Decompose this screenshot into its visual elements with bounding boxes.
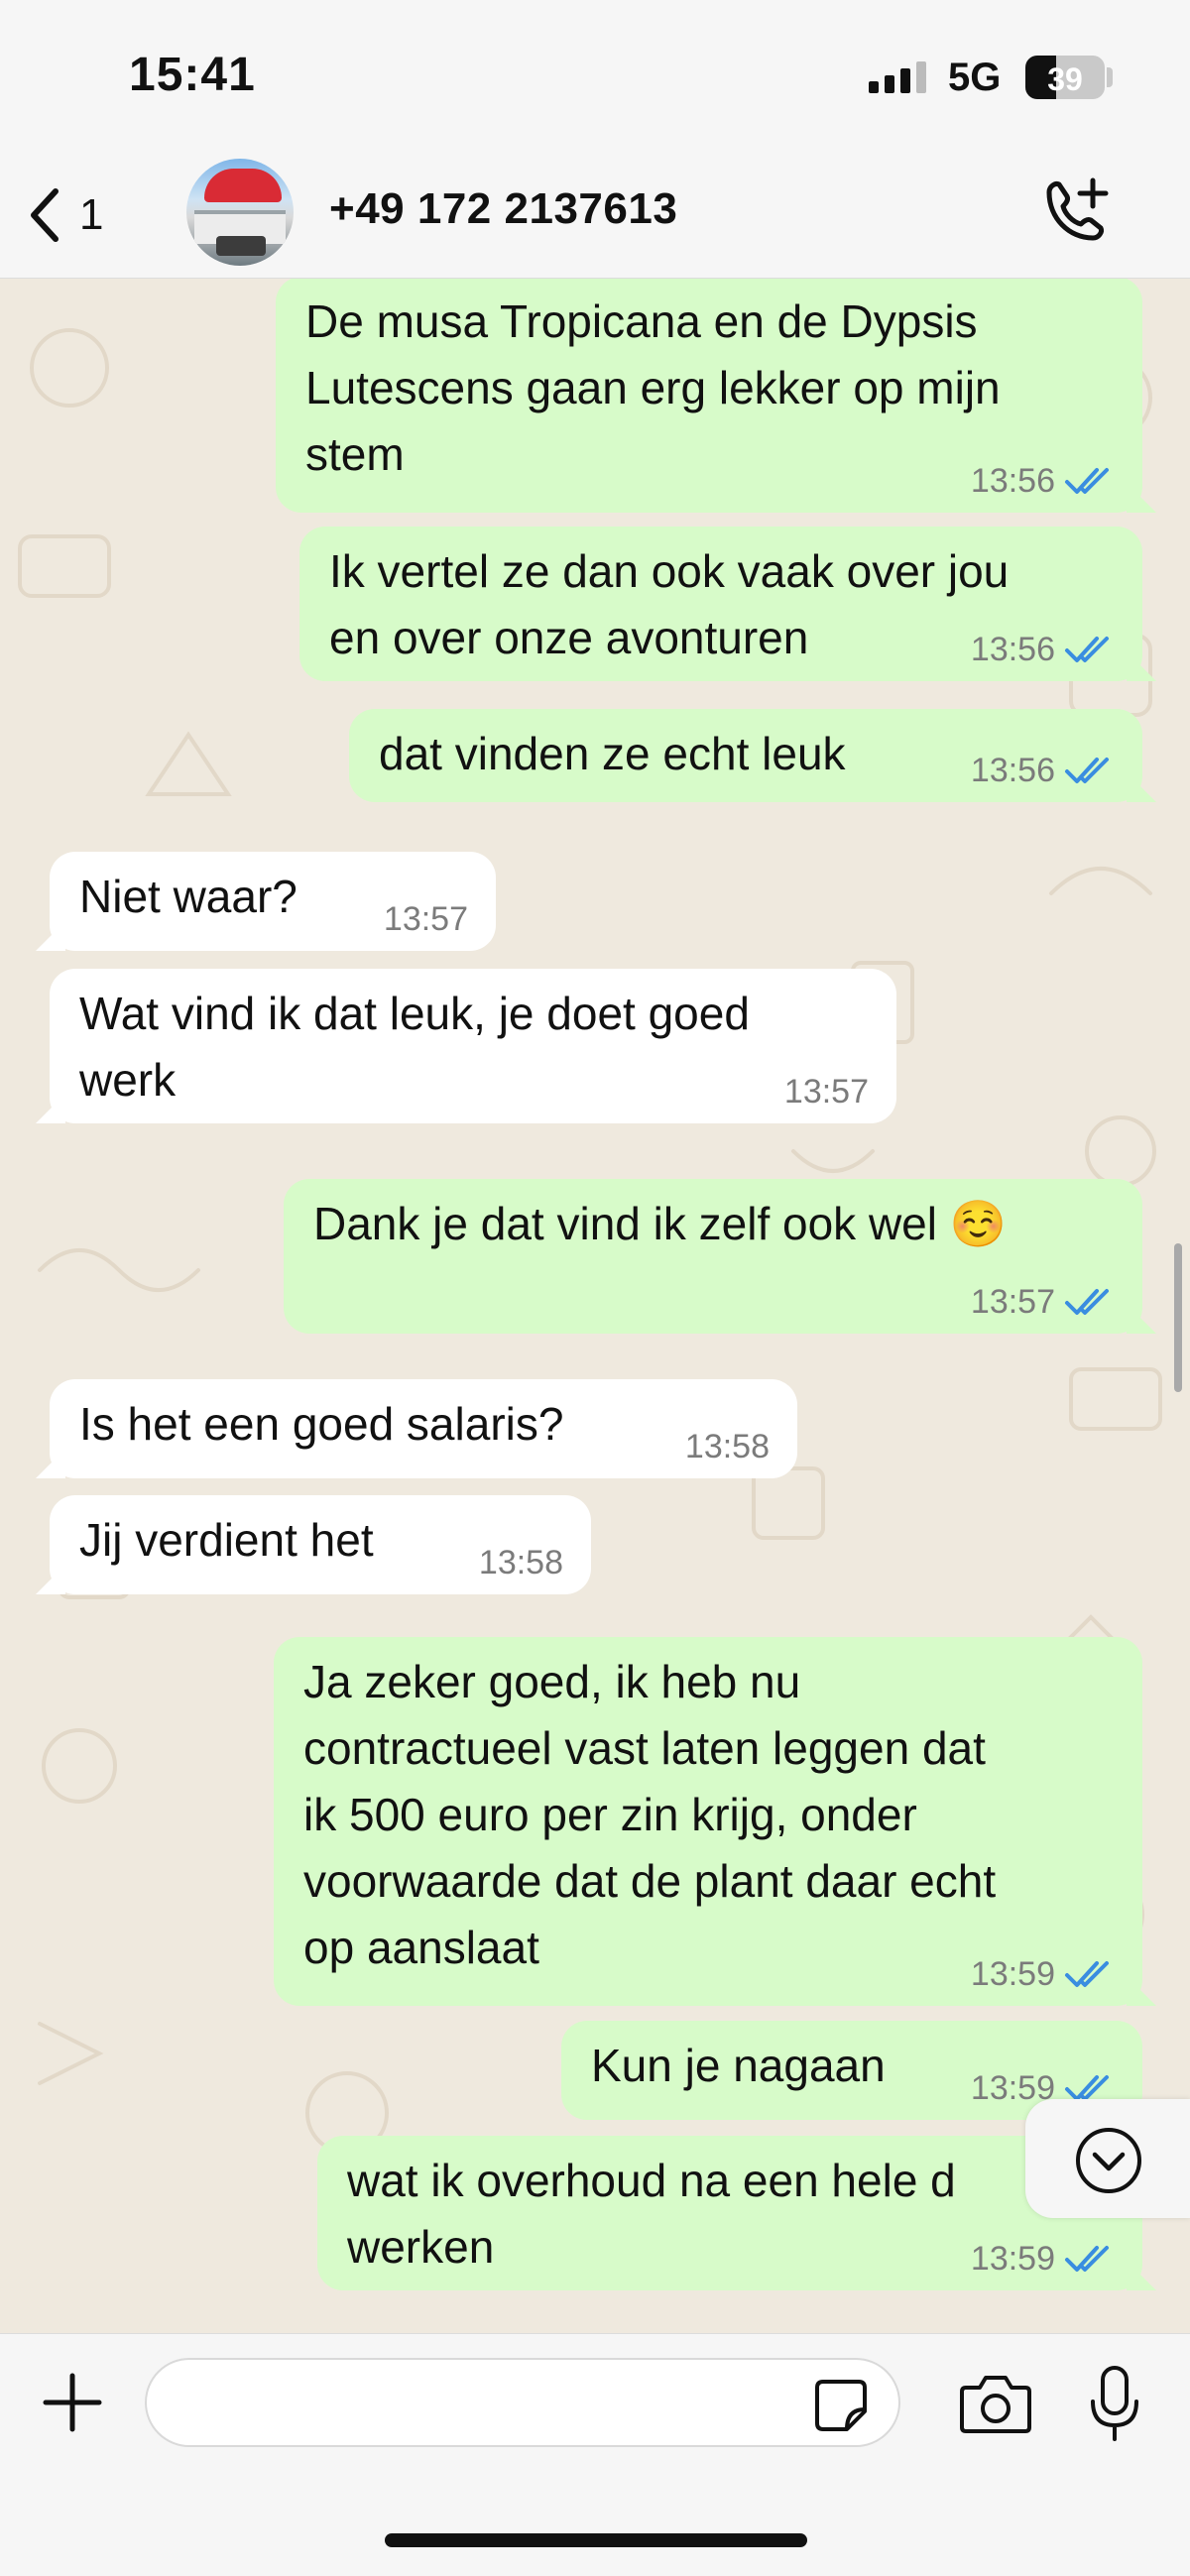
sticker-icon[interactable] (811, 2376, 871, 2435)
message-line: stem (305, 428, 405, 480)
message-line: Dank je dat vind ik zelf ook wel ☺️ (313, 1198, 1008, 1249)
contact-avatar[interactable] (186, 159, 294, 266)
message-field[interactable] (145, 2358, 900, 2447)
message-text: dat vinden ze echt leuk (379, 721, 846, 787)
chevron-down-circle-icon (1076, 2128, 1141, 2193)
message-meta: 13:59 (971, 2239, 1115, 2279)
message-line: Wat vind ik dat leuk, je doet goed (79, 988, 750, 1039)
message-line: dat vinden ze echt leuk (379, 728, 846, 779)
message-time: 13:56 (970, 752, 1055, 789)
chat-header: 1 +49 172 2137613 (0, 159, 1190, 279)
message-line: en over onze avonturen (329, 612, 809, 663)
incoming-message[interactable]: Wat vind ik dat leuk, je doet goed werk 13… (36, 969, 896, 1123)
chevron-left-icon (31, 188, 59, 242)
message-line: op aanslaat (303, 1922, 539, 1973)
message-meta: 13:57 (971, 1282, 1115, 1322)
message-time: 13:58 (684, 1428, 770, 1465)
message-line: voorwaarde dat de plant daar echt (303, 1855, 997, 1907)
message-text: wat ik overhoud na een hele d werken (347, 2148, 956, 2281)
plus-icon[interactable] (38, 2368, 107, 2437)
read-ticks-icon (1065, 1961, 1109, 1987)
battery-tip (1107, 67, 1113, 87)
message-meta: 13:59 (971, 1954, 1115, 1994)
signal-icon (869, 61, 926, 93)
status-bar: 15:41 5G 39 (0, 0, 1190, 159)
network-type: 5G (948, 56, 1002, 99)
read-ticks-icon (1065, 1289, 1109, 1315)
outgoing-message[interactable]: dat vinden ze echt leuk 13:56 (349, 709, 1156, 802)
microphone-icon[interactable] (1085, 2364, 1144, 2443)
message-text: Wat vind ik dat leuk, je doet goed werk (79, 981, 750, 1113)
message-time: 13:56 (970, 462, 1055, 500)
message-text: Jij verdient het (79, 1507, 374, 1574)
message-line: contractueel vast laten leggen dat (303, 1722, 986, 1774)
message-input[interactable] (177, 2378, 815, 2429)
avatar-umbrella (204, 169, 282, 202)
outgoing-message[interactable]: Dank je dat vind ik zelf ook wel ☺️ 13:57 (284, 1179, 1156, 1334)
status-time: 15:41 (129, 49, 256, 101)
message-text: De musa Tropicana en de Dypsis Lutescens … (305, 289, 1001, 488)
read-ticks-icon (1065, 2246, 1109, 2272)
message-line: werken (347, 2221, 495, 2273)
message-meta: 13:56 (971, 630, 1115, 669)
read-ticks-icon (1065, 637, 1109, 662)
read-ticks-icon (1065, 468, 1109, 494)
back-button[interactable]: 1 (24, 180, 123, 250)
message-line: Kun je nagaan (591, 2040, 886, 2091)
message-text: Ik vertel ze dan ook vaak over jou en ove… (329, 538, 1009, 671)
message-time: 13:58 (478, 1544, 563, 1581)
battery-icon: 39 (1025, 56, 1105, 99)
message-line: Niet waar? (79, 871, 298, 922)
add-call-icon[interactable] (1035, 173, 1115, 252)
scroll-to-bottom-button[interactable] (1025, 2099, 1190, 2218)
message-meta: 13:56 (971, 751, 1115, 790)
home-indicator (385, 2533, 807, 2547)
message-line: Ik vertel ze dan ook vaak over jou (329, 545, 1010, 597)
outgoing-message[interactable]: Ik vertel ze dan ook vaak over jou en ove… (299, 527, 1156, 681)
message-text: Ja zeker goed, ik heb nu contractueel vas… (303, 1649, 996, 1981)
message-line: Lutescens gaan erg lekker op mijn (305, 362, 1001, 413)
message-line: De musa Tropicana en de Dypsis (305, 295, 978, 347)
outgoing-message[interactable]: Ja zeker goed, ik heb nu contractueel vas… (274, 1637, 1156, 2006)
outgoing-message[interactable]: wat ik overhoud na een hele d werken 13:59 (317, 2136, 1156, 2290)
message-text: Is het een goed salaris? (79, 1391, 563, 1458)
message-text: Kun je nagaan (591, 2033, 886, 2099)
avatar-table (216, 236, 266, 256)
message-meta: 13:57 (784, 1072, 869, 1112)
message-time: 13:56 (970, 631, 1055, 668)
message-line: ik 500 euro per zin krijg, onder (303, 1789, 917, 1840)
message-time: 13:57 (383, 900, 468, 938)
message-meta: 13:57 (384, 899, 468, 939)
message-meta: 13:56 (971, 461, 1115, 501)
read-ticks-icon (1065, 758, 1109, 783)
contact-name[interactable]: +49 172 2137613 (329, 184, 677, 234)
message-line: Jij verdient het (79, 1514, 374, 1566)
message-time: 13:59 (970, 1955, 1055, 1993)
message-time: 13:57 (783, 1073, 869, 1111)
message-line: Ja zeker goed, ik heb nu (303, 1656, 801, 1707)
message-text: Niet waar? (79, 864, 298, 930)
unread-count: 1 (79, 190, 104, 239)
incoming-message[interactable]: Niet waar? 13:57 (36, 852, 496, 951)
message-meta: 13:58 (479, 1543, 563, 1582)
message-time: 13:59 (970, 2240, 1055, 2278)
message-line: Is het een goed salaris? (79, 1398, 564, 1450)
chat-area[interactable]: De musa Tropicana en de Dypsis Lutescens … (0, 279, 1190, 2333)
incoming-message[interactable]: Jij verdient het 13:58 (36, 1495, 591, 1594)
battery-level: 39 (1047, 61, 1083, 97)
message-time: 13:57 (970, 1283, 1055, 1321)
message-meta: 13:58 (685, 1427, 770, 1466)
message-text: Dank je dat vind ik zelf ook wel ☺️ (313, 1191, 1007, 1257)
message-line: werk (79, 1054, 177, 1106)
outgoing-message[interactable]: De musa Tropicana en de Dypsis Lutescens … (276, 279, 1156, 513)
incoming-message[interactable]: Is het een goed salaris? 13:58 (36, 1379, 797, 1478)
scrollbar[interactable] (1174, 1243, 1182, 1392)
message-line: wat ik overhoud na een hele d (347, 2155, 956, 2206)
camera-icon[interactable] (958, 2370, 1033, 2437)
